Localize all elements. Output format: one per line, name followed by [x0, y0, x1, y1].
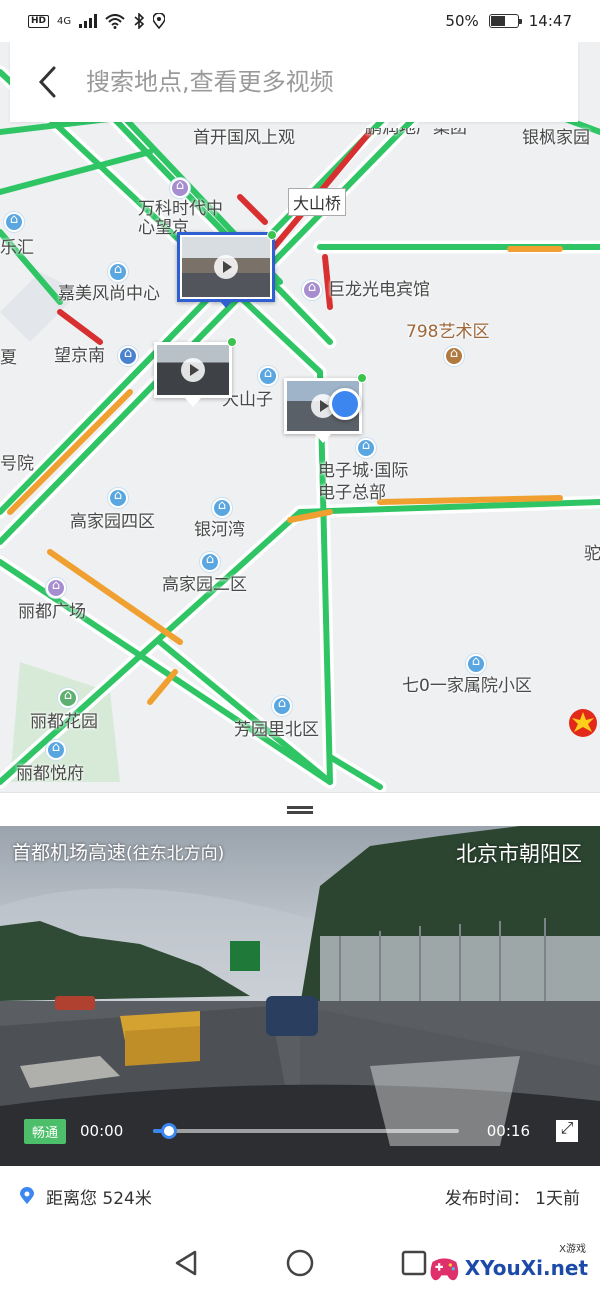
traffic-status-badge: 畅通: [24, 1118, 67, 1144]
poi-label[interactable]: 乐汇: [0, 238, 34, 258]
wifi-icon: [105, 13, 125, 29]
road-name: 首都机场高速: [12, 842, 127, 864]
poi-icon: [108, 262, 128, 282]
video-road-title: 首都机场高速(往东北方向): [12, 838, 224, 865]
video-thumbnail: [157, 345, 229, 395]
watermark-text: XYouXi.net: [464, 1256, 588, 1280]
poi-icon: [108, 488, 128, 508]
poi-label[interactable]: 丽都悦府: [16, 764, 84, 784]
drag-handle-icon: [287, 805, 313, 814]
app-root: { "status_bar": { "network": "4G", "batt…: [0, 0, 600, 1300]
battery-icon: [488, 14, 522, 28]
back-button[interactable]: [10, 42, 86, 122]
bluetooth-icon: [134, 13, 145, 29]
poi-icon: [444, 346, 464, 366]
nav-back-button[interactable]: [173, 1249, 199, 1277]
poi-icon: [212, 498, 232, 518]
poi-label[interactable]: 电子城·国际电子总部: [318, 460, 422, 504]
poi-label[interactable]: 七0一家属院小区: [402, 676, 532, 696]
progress-bar[interactable]: [153, 1123, 459, 1139]
poi-icon: [302, 280, 322, 300]
publish-time: 发布时间： 1天前: [444, 1188, 580, 1209]
status-right: 50% 14:47: [445, 12, 572, 30]
video-marker-selected[interactable]: [177, 230, 277, 308]
poi-label[interactable]: 798艺术区: [406, 322, 489, 342]
video-player[interactable]: 首都机场高速(往东北方向) 北京市朝阳区 畅通 00:00 00:16: [0, 826, 600, 1166]
poi-label[interactable]: 高家园四区: [70, 512, 155, 532]
status-left: HD 4G: [28, 13, 166, 29]
poi-icon: [200, 552, 220, 572]
online-dot-icon: [267, 230, 277, 240]
poi-label[interactable]: 丽都花园: [30, 712, 98, 732]
location-status-icon: [153, 13, 166, 29]
poi-icon: [356, 438, 376, 458]
poi-label[interactable]: 巨龙光电宾馆: [328, 280, 430, 300]
signal-icon: [79, 14, 98, 28]
metro-icon: [118, 346, 138, 366]
search-input[interactable]: [86, 52, 578, 112]
network-label: 4G: [57, 15, 72, 27]
video-location: 北京市朝阳区: [456, 842, 582, 866]
distance-text: 距离您 524米: [46, 1188, 152, 1209]
poi-label[interactable]: 丽都广场: [18, 602, 86, 622]
chevron-left-icon: [38, 66, 56, 98]
watermark-small: X游戏: [559, 1244, 586, 1255]
play-icon: [181, 358, 205, 382]
poi-icon: [272, 696, 292, 716]
poi-icon: [466, 654, 486, 674]
poi-label[interactable]: 嘉美风尚中心: [58, 284, 160, 304]
hd-icon: HD: [28, 14, 50, 28]
online-dot-icon: [227, 337, 237, 347]
marker-pointer: [218, 299, 234, 308]
poi-icon: [170, 178, 190, 198]
poi-label[interactable]: 银枫家园: [522, 128, 590, 148]
current-location-icon: [329, 388, 361, 420]
expand-icon[interactable]: [556, 1118, 578, 1142]
search-bar: [10, 42, 578, 122]
panel-drag-handle[interactable]: [0, 792, 600, 826]
online-dot-icon: [357, 373, 367, 383]
location-pin-icon: [20, 1187, 34, 1204]
battery-percent: 50%: [445, 12, 479, 30]
road-direction: (往东北方向): [126, 844, 225, 864]
current-time: 00:00: [80, 1122, 124, 1140]
road-label-dashanqiao: 大山桥: [288, 188, 347, 216]
poi-label[interactable]: 芳园里北区: [234, 720, 319, 740]
battery-fill: [490, 16, 505, 26]
poi-icon: [46, 740, 66, 760]
watermark-logo: XYouXi.net X游戏: [428, 1244, 588, 1292]
poi-icon: [46, 578, 66, 598]
duration: 00:16: [486, 1122, 530, 1140]
video-info-row: 距离您 524米 发布时间： 1天前: [0, 1166, 600, 1226]
poi-label[interactable]: 驼: [584, 544, 600, 564]
marker-pointer: [185, 398, 201, 407]
video-marker[interactable]: [154, 337, 237, 407]
marker-pointer: [315, 434, 331, 443]
gamepad-icon: [430, 1258, 459, 1281]
video-thumbnail: [182, 237, 270, 297]
poi-icon: [58, 688, 78, 708]
clock: 14:47: [528, 12, 572, 30]
poi-label[interactable]: 首开国风上观: [193, 128, 295, 148]
progress-knob[interactable]: [160, 1123, 177, 1139]
map-view[interactable]: 大山桥 首开国风上观 鹏润地产集团 银枫家园 万科时代中心望京 乐汇 嘉美风尚中…: [0, 42, 600, 792]
poi-label[interactable]: 望京南: [54, 346, 105, 366]
poi-icon: [4, 212, 24, 232]
video-controls: 畅通 00:00 00:16: [0, 1096, 600, 1166]
status-bar: HD 4G 50% 14:47: [0, 0, 600, 42]
gas-station-icon: [569, 709, 597, 737]
poi-icon: [258, 366, 278, 386]
poi-label[interactable]: 号院: [0, 454, 34, 474]
play-icon: [214, 255, 238, 279]
nav-home-button[interactable]: [286, 1249, 314, 1277]
poi-label[interactable]: 高家园二区: [162, 575, 247, 595]
poi-label[interactable]: 银河湾: [194, 520, 245, 540]
poi-label[interactable]: 夏: [0, 348, 17, 368]
nav-recents-button[interactable]: [401, 1250, 427, 1276]
